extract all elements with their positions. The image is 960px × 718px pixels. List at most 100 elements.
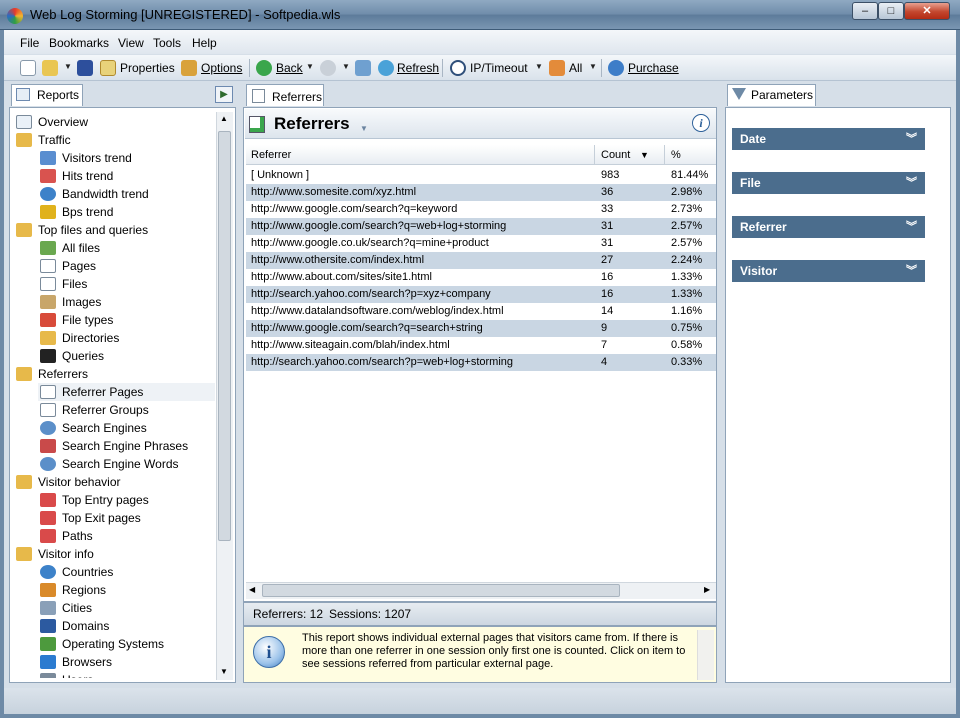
- minimize-button[interactable]: –: [852, 2, 878, 20]
- properties-button[interactable]: Properties: [120, 61, 175, 75]
- tree-item[interactable]: Top files and queries: [14, 221, 215, 239]
- tree-item[interactable]: Referrers: [14, 365, 215, 383]
- open-dropdown-icon[interactable]: ▼: [64, 62, 72, 71]
- back-dropdown-icon[interactable]: ▼: [306, 62, 314, 71]
- tree-item[interactable]: Visitor info: [14, 545, 215, 563]
- all-dropdown-icon[interactable]: ▼: [589, 62, 597, 71]
- tree-item[interactable]: Regions: [38, 581, 215, 599]
- ip-timeout-button[interactable]: IP/Timeout: [470, 61, 528, 75]
- refresh-button[interactable]: Refresh: [397, 61, 439, 75]
- percent-cell: 2.98%: [671, 186, 703, 198]
- table-row[interactable]: [ Unknown ] 983 81.44%: [246, 167, 716, 184]
- tree-item[interactable]: Bps trend: [38, 203, 215, 221]
- tree-item[interactable]: Countries: [38, 563, 215, 581]
- tree-item[interactable]: Search Engine Phrases: [38, 437, 215, 455]
- expand-chevron-icon[interactable]: ︾: [906, 128, 917, 150]
- column-count[interactable]: Count: [601, 149, 630, 161]
- all-filter-button[interactable]: All: [569, 61, 582, 75]
- tree-item[interactable]: Users: [38, 671, 215, 678]
- scroll-right-arrow-icon[interactable]: ▶: [704, 585, 710, 594]
- tree-item-label: Search Engine Phrases: [62, 439, 189, 453]
- table-row[interactable]: http://www.google.com/search?q=web+log+s…: [246, 218, 716, 235]
- tree-item[interactable]: Referrer Groups: [38, 401, 215, 419]
- tree-item[interactable]: Browsers: [38, 653, 215, 671]
- ip-timeout-dropdown-icon[interactable]: ▼: [535, 62, 543, 71]
- forward-dropdown-icon[interactable]: ▼: [342, 62, 350, 71]
- table-row[interactable]: http://www.about.com/sites/site1.html 16 1…: [246, 269, 716, 286]
- tree-item[interactable]: Top Entry pages: [38, 491, 215, 509]
- table-row[interactable]: http://www.siteagain.com/blah/index.html…: [246, 337, 716, 354]
- tree-item[interactable]: Referrer Pages: [38, 383, 215, 401]
- expand-chevron-icon[interactable]: ︾: [906, 172, 917, 194]
- tree-item[interactable]: File types: [38, 311, 215, 329]
- param-file[interactable]: File ︾: [732, 172, 925, 194]
- tree-item[interactable]: Cities: [38, 599, 215, 617]
- expand-chevron-icon[interactable]: ︾: [906, 216, 917, 238]
- param-referrer[interactable]: Referrer ︾: [732, 216, 925, 238]
- table-row[interactable]: http://search.yahoo.com/search?p=web+log…: [246, 354, 716, 371]
- back-button[interactable]: Back: [276, 61, 303, 75]
- menu-view[interactable]: View: [118, 36, 144, 50]
- table-row[interactable]: http://www.othersite.com/index.html 27 2.2…: [246, 252, 716, 269]
- report-title: Referrers: [274, 114, 350, 133]
- tree-item[interactable]: Bandwidth trend: [38, 185, 215, 203]
- menu-help[interactable]: Help: [192, 36, 217, 50]
- table-row[interactable]: http://www.somesite.com/xyz.html 36 2.98%: [246, 184, 716, 201]
- grid-h-scroll-thumb[interactable]: [262, 584, 620, 597]
- tree-item[interactable]: Top Exit pages: [38, 509, 215, 527]
- maximize-button[interactable]: □: [878, 2, 904, 20]
- tree-item[interactable]: Search Engine Words: [38, 455, 215, 473]
- tree-scroll-thumb[interactable]: [218, 131, 231, 541]
- open-folder-icon[interactable]: [42, 60, 58, 76]
- tree-item[interactable]: Search Engines: [38, 419, 215, 437]
- files-icon: [40, 241, 56, 255]
- expand-chevron-icon[interactable]: ︾: [906, 260, 917, 282]
- tree-item[interactable]: Traffic: [14, 131, 215, 149]
- table-row[interactable]: http://www.google.co.uk/search?q=mine+pr…: [246, 235, 716, 252]
- save-icon[interactable]: [77, 60, 93, 76]
- options-button[interactable]: Options: [201, 61, 242, 75]
- home-icon[interactable]: [355, 60, 371, 76]
- tree-item[interactable]: Images: [38, 293, 215, 311]
- new-file-icon[interactable]: [20, 60, 36, 76]
- menu-bookmarks[interactable]: Bookmarks: [49, 36, 109, 50]
- scroll-down-arrow-icon[interactable]: ▼: [220, 667, 228, 676]
- tree-item[interactable]: All files: [38, 239, 215, 257]
- purchase-button[interactable]: Purchase: [628, 61, 679, 75]
- param-date[interactable]: Date ︾: [732, 128, 925, 150]
- menu-tools[interactable]: Tools: [153, 36, 181, 50]
- path-icon: [40, 529, 56, 543]
- tree-item[interactable]: Operating Systems: [38, 635, 215, 653]
- title-dropdown-icon[interactable]: ▼: [360, 124, 368, 133]
- tree-item[interactable]: Hits trend: [38, 167, 215, 185]
- table-row[interactable]: http://www.google.com/search?q=keyword 33…: [246, 201, 716, 218]
- scroll-up-arrow-icon[interactable]: ▲: [220, 114, 228, 123]
- close-button[interactable]: ✕: [904, 2, 950, 20]
- info-icon[interactable]: i: [692, 114, 710, 132]
- scroll-left-arrow-icon[interactable]: ◀: [249, 585, 255, 594]
- search-word-icon: [40, 457, 56, 471]
- tree-item[interactable]: Visitor behavior: [14, 473, 215, 491]
- tree-item[interactable]: Overview: [14, 113, 215, 131]
- tree-item[interactable]: Pages: [38, 257, 215, 275]
- collapse-panel-icon[interactable]: ▶: [215, 86, 233, 103]
- description-scrollbar[interactable]: [697, 630, 714, 680]
- forward-arrow-icon[interactable]: [320, 60, 336, 76]
- menu-file[interactable]: File: [20, 36, 39, 50]
- table-row[interactable]: http://search.yahoo.com/search?p=xyz+com…: [246, 286, 716, 303]
- tree-item[interactable]: Domains: [38, 617, 215, 635]
- param-visitor[interactable]: Visitor ︾: [732, 260, 925, 282]
- tree-item[interactable]: Files: [38, 275, 215, 293]
- tree-item-label: Referrers: [38, 367, 89, 381]
- tree-item[interactable]: Queries: [38, 347, 215, 365]
- column-referrer[interactable]: Referrer: [251, 149, 291, 161]
- table-row[interactable]: http://www.datalandsoftware.com/weblog/i…: [246, 303, 716, 320]
- table-row[interactable]: http://www.google.com/search?q=search+st…: [246, 320, 716, 337]
- tree-item[interactable]: Paths: [38, 527, 215, 545]
- filter-icon: [732, 88, 746, 100]
- count-cell: 14: [601, 305, 614, 317]
- column-percent[interactable]: %: [671, 149, 681, 161]
- tree-item[interactable]: Visitors trend: [38, 149, 215, 167]
- search-phrase-icon: [40, 439, 56, 453]
- tree-item[interactable]: Directories: [38, 329, 215, 347]
